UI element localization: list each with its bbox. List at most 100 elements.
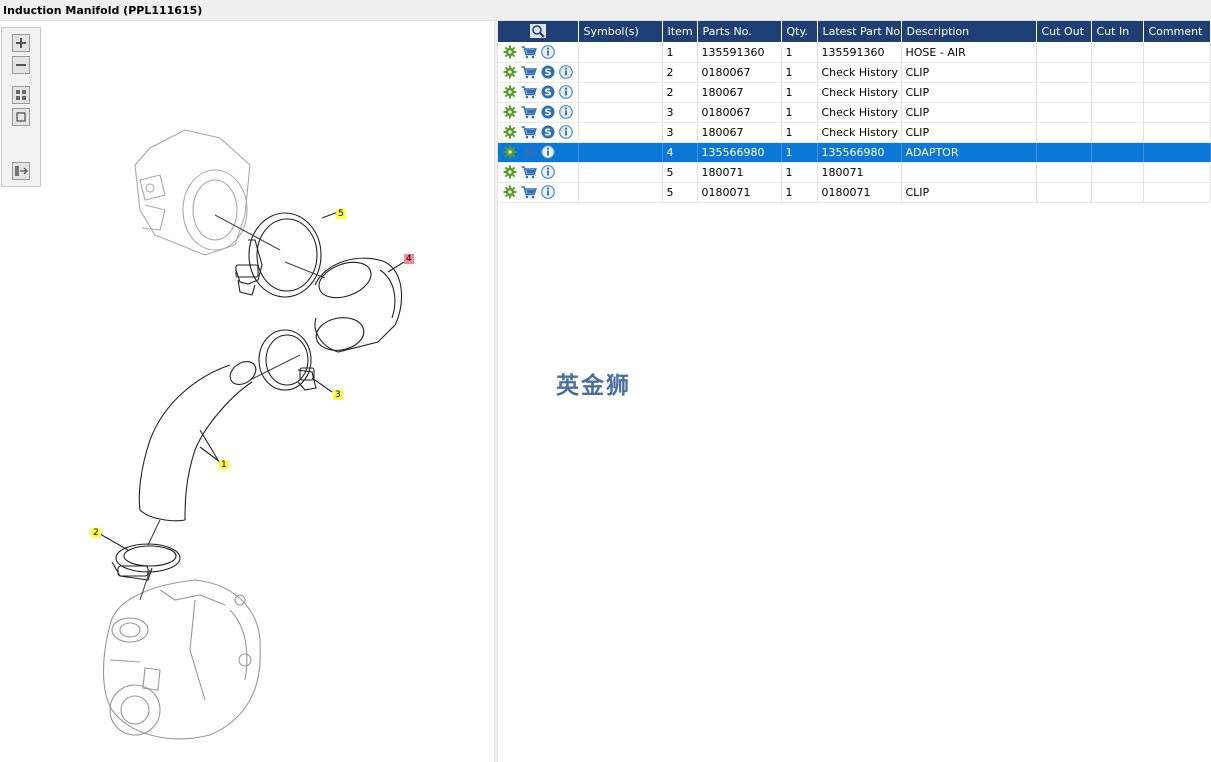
cell-item: 2 xyxy=(662,82,698,103)
table-row[interactable]: 5 0180071 1 0180071 CLIP xyxy=(498,182,1211,203)
cell-latest-part-no: Check History xyxy=(817,102,902,123)
clip-5 xyxy=(235,212,322,298)
cart-icon[interactable] xyxy=(521,125,537,139)
cell-cut-out xyxy=(1036,82,1092,103)
table-row[interactable]: S 3 180067 1 Check History CLIP xyxy=(498,122,1211,143)
cell-item: 3 xyxy=(662,122,698,143)
cell-latest-part-no: 0180071 xyxy=(817,182,902,203)
parts-table: Symbol(s) Item Parts No. Qty. Latest Par… xyxy=(498,21,1211,203)
cart-icon[interactable] xyxy=(521,45,537,59)
cell-symbols xyxy=(578,62,663,83)
gear-icon[interactable] xyxy=(503,105,517,119)
info-icon[interactable] xyxy=(541,145,555,159)
window-titlebar: Induction Manifold (PPL111615) xyxy=(0,0,1211,21)
cart-icon[interactable] xyxy=(521,65,537,79)
table-row[interactable]: S 3 0180067 1 Check History CLIP xyxy=(498,102,1211,123)
column-header-item[interactable]: Item xyxy=(662,21,698,43)
s-badge-icon[interactable]: S xyxy=(541,125,555,139)
adaptor-4 xyxy=(314,257,403,353)
callout-3[interactable]: 3 xyxy=(333,390,343,400)
column-header-qty[interactable]: Qty. xyxy=(781,21,818,43)
table-row[interactable]: 1 135591360 1 135591360 HOSE - AIR xyxy=(498,42,1211,63)
table-row[interactable]: S 2 180067 1 Check History CLIP xyxy=(498,82,1211,103)
table-header: Symbol(s) Item Parts No. Qty. Latest Par… xyxy=(498,21,1211,43)
cell-item: 5 xyxy=(662,182,698,203)
callout-2[interactable]: 2 xyxy=(91,528,101,538)
export-button[interactable] xyxy=(12,162,30,180)
info-icon[interactable] xyxy=(559,65,573,79)
cell-parts-no: 180067 xyxy=(697,82,782,103)
callout-5[interactable]: 5 xyxy=(336,209,346,219)
info-icon[interactable] xyxy=(541,45,555,59)
actual-size-button[interactable] xyxy=(12,108,30,126)
leader-line-2 xyxy=(99,533,129,551)
zoom-out-button[interactable] xyxy=(12,56,30,74)
info-icon[interactable] xyxy=(541,165,555,179)
cart-icon[interactable] xyxy=(521,85,537,99)
cart-icon[interactable] xyxy=(521,105,537,119)
callout-4[interactable]: 4 xyxy=(404,254,414,264)
cell-symbols xyxy=(578,122,663,143)
center-line-c xyxy=(249,354,301,381)
table-row[interactable]: S 2 0180067 1 Check History CLIP xyxy=(498,62,1211,83)
cart-icon[interactable] xyxy=(521,165,537,179)
gear-icon[interactable] xyxy=(503,125,517,139)
info-icon[interactable] xyxy=(559,85,573,99)
info-icon[interactable] xyxy=(541,185,555,199)
window-title: Induction Manifold (PPL111615) xyxy=(3,4,203,17)
column-header-parts-no[interactable]: Parts No. xyxy=(697,21,782,43)
cell-latest-part-no: 135591360 xyxy=(817,42,902,63)
search-icon xyxy=(529,24,546,39)
s-badge-icon[interactable]: S xyxy=(541,85,555,99)
column-header-cut-out[interactable]: Cut Out xyxy=(1036,21,1092,43)
column-header-description[interactable]: Description xyxy=(901,21,1037,43)
gear-icon[interactable] xyxy=(503,45,517,59)
column-header-symbols[interactable]: Symbol(s) xyxy=(578,21,663,43)
hose-1 xyxy=(138,360,257,522)
column-header-comment[interactable]: Comment xyxy=(1143,21,1211,43)
cell-latest-part-no: Check History xyxy=(817,62,902,83)
cell-parts-no: 135591360 xyxy=(697,42,782,63)
info-icon[interactable] xyxy=(559,125,573,139)
diagram-panel[interactable]: 5 4 3 1 2 xyxy=(0,21,494,762)
cell-qty: 1 xyxy=(781,82,818,103)
table-row[interactable]: 5 180071 1 180071 xyxy=(498,162,1211,183)
cart-icon[interactable] xyxy=(521,145,537,159)
table-row[interactable]: 4 135566980 1 135566980 ADAPTOR xyxy=(498,142,1211,163)
cell-cut-out xyxy=(1036,182,1092,203)
cell-actions: S xyxy=(498,62,579,83)
info-icon[interactable] xyxy=(559,105,573,119)
minus-icon xyxy=(16,64,26,66)
cart-icon[interactable] xyxy=(521,185,537,199)
svg-text:S: S xyxy=(544,68,551,79)
callout-1[interactable]: 1 xyxy=(219,460,229,470)
parts-diagram[interactable] xyxy=(0,21,494,762)
s-badge-icon[interactable]: S xyxy=(541,105,555,119)
cell-description: CLIP xyxy=(901,182,1037,203)
cell-parts-no: 0180067 xyxy=(697,62,782,83)
s-badge-icon[interactable]: S xyxy=(541,65,555,79)
cell-latest-part-no: Check History xyxy=(817,122,902,143)
cell-parts-no: 180067 xyxy=(697,122,782,143)
svg-text:S: S xyxy=(544,128,551,139)
gear-icon[interactable] xyxy=(503,65,517,79)
column-header-latest-part-no[interactable]: Latest Part No. xyxy=(817,21,902,43)
cell-comment xyxy=(1143,62,1211,83)
zoom-in-button[interactable] xyxy=(12,34,30,52)
cell-cut-out xyxy=(1036,122,1092,143)
cell-cut-out xyxy=(1036,142,1092,163)
column-header-cut-in[interactable]: Cut In xyxy=(1091,21,1144,43)
column-header-search[interactable] xyxy=(498,21,579,43)
gear-icon[interactable] xyxy=(503,185,517,199)
cell-parts-no: 180071 xyxy=(697,162,782,183)
cell-description xyxy=(901,162,1037,183)
cell-cut-in xyxy=(1091,42,1144,63)
cell-qty: 1 xyxy=(781,42,818,63)
cell-qty: 1 xyxy=(781,142,818,163)
cell-latest-part-no: 135566980 xyxy=(817,142,902,163)
gear-icon[interactable] xyxy=(503,145,517,159)
gear-icon[interactable] xyxy=(503,85,517,99)
fit-all-button[interactable] xyxy=(12,86,30,104)
gear-icon[interactable] xyxy=(503,165,517,179)
cell-description: CLIP xyxy=(901,102,1037,123)
